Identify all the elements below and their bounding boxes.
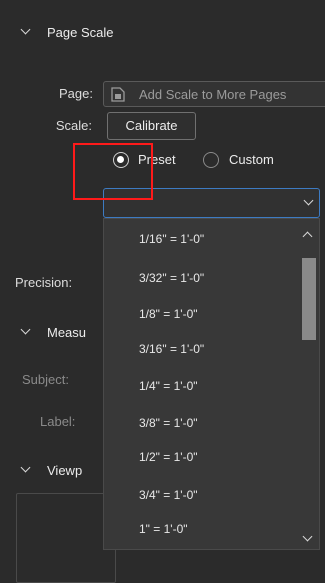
custom-label: Custom — [229, 152, 274, 167]
measurement-header[interactable]: Measu — [0, 322, 103, 346]
scale-label: Scale: — [55, 118, 92, 133]
page-label: Page: — [59, 86, 93, 101]
preset-label: Preset — [138, 152, 176, 167]
dropdown-scrollbar[interactable] — [302, 245, 316, 525]
scroll-up-icon[interactable] — [302, 231, 313, 242]
measurement-title: Measu — [47, 325, 87, 340]
list-item[interactable]: 1" = 1'-0" — [139, 522, 188, 536]
add-scale-pages-field[interactable]: Add Scale to More Pages — [103, 81, 325, 107]
list-item[interactable]: 3/16" = 1'-0" — [139, 342, 204, 356]
list-item[interactable]: 1/16" = 1'-0" — [139, 232, 204, 246]
custom-radio[interactable] — [203, 152, 219, 168]
page-scale-title: Page Scale — [47, 25, 114, 40]
viewport-header[interactable]: Viewp — [0, 460, 103, 484]
list-item[interactable]: 3/32" = 1'-0" — [139, 271, 204, 285]
list-item[interactable]: 1/4" = 1'-0" — [139, 379, 198, 393]
list-item[interactable]: 3/8" = 1'-0" — [139, 416, 198, 430]
scroll-down-icon[interactable] — [302, 531, 313, 542]
preset-radio[interactable] — [113, 152, 129, 168]
calibrate-button[interactable]: Calibrate — [107, 112, 196, 140]
scale-preset-select[interactable] — [103, 188, 320, 218]
scale-dropdown-list[interactable]: 1/16" = 1'-0" 3/32" = 1'-0" 1/8" = 1'-0"… — [103, 218, 320, 550]
document-add-icon — [111, 87, 125, 102]
list-item[interactable]: 1/8" = 1'-0" — [139, 307, 198, 321]
subject-label: Subject: — [22, 372, 69, 387]
chevron-down-icon — [20, 24, 31, 35]
precision-label: Precision: — [15, 275, 73, 290]
preset-radio-option[interactable]: Preset — [113, 151, 193, 171]
chevron-down-icon — [20, 324, 31, 335]
add-scale-pages-text: Add Scale to More Pages — [139, 87, 287, 102]
chevron-down-icon — [20, 462, 31, 473]
label-label: Label: — [40, 414, 76, 429]
chevron-down-icon — [303, 195, 314, 206]
custom-radio-option[interactable]: Custom — [203, 151, 303, 171]
radio-selected-dot — [117, 156, 124, 163]
scrollbar-thumb[interactable] — [302, 258, 316, 340]
list-item[interactable]: 3/4" = 1'-0" — [139, 488, 198, 502]
page-scale-header[interactable]: Page Scale — [0, 22, 200, 46]
list-item[interactable]: 1/2" = 1'-0" — [139, 450, 198, 464]
viewport-title: Viewp — [47, 463, 83, 478]
